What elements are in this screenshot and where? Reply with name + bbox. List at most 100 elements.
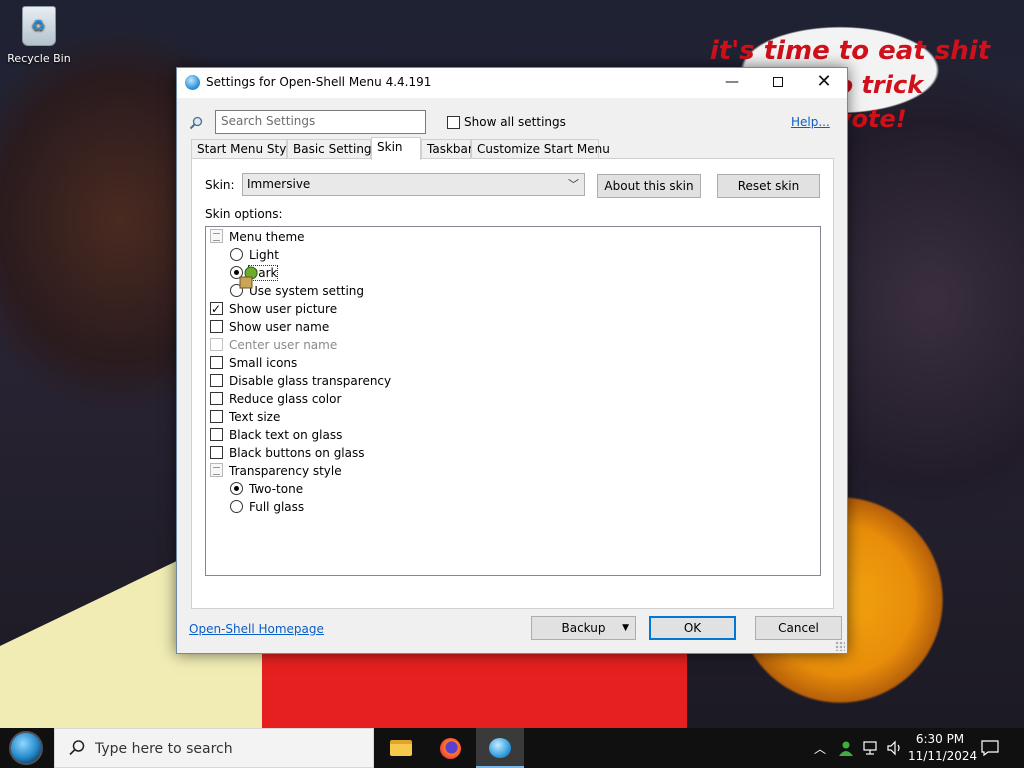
group-icon: [210, 463, 223, 477]
option-text-size[interactable]: Text size: [210, 408, 280, 426]
reset-skin-button[interactable]: Reset skin: [717, 174, 820, 198]
clock[interactable]: 6:30 PM 11/11/2024: [908, 731, 978, 765]
dropdown-arrow-icon: ▼: [622, 623, 629, 633]
tab-start-menu-style[interactable]: Start Menu Style: [191, 139, 297, 159]
radio-button[interactable]: [230, 482, 243, 495]
tab-skin[interactable]: Skin: [371, 137, 421, 160]
option-disable-glass-transparency[interactable]: Disable glass transparency: [210, 372, 391, 390]
taskbar: Type here to search ︿ 6:30 PM 11/11/2024: [0, 728, 1024, 768]
option-radio-full-glass[interactable]: Full glass: [230, 498, 304, 516]
option-radio-light[interactable]: Light: [230, 246, 279, 264]
option-black-text-on-glass[interactable]: Black text on glass: [210, 426, 342, 444]
option-label: Black text on glass: [229, 428, 343, 442]
option-label: Menu theme: [229, 230, 305, 244]
start-button[interactable]: [0, 728, 54, 768]
volume-icon[interactable]: [886, 740, 904, 756]
option-black-buttons-on-glass[interactable]: Black buttons on glass: [210, 444, 365, 462]
minimize-icon: —: [725, 74, 739, 90]
checkbox[interactable]: [210, 300, 223, 318]
close-button[interactable]: ✕: [801, 68, 847, 98]
skin-options-tree: Menu theme Light Dark Use system setting…: [205, 226, 821, 576]
desktop-icon-recycle-bin[interactable]: Recycle Bin: [6, 6, 72, 65]
minimize-button[interactable]: —: [709, 68, 755, 98]
recycle-bin-icon: [22, 6, 56, 46]
option-label: Black buttons on glass: [229, 446, 365, 460]
network-icon[interactable]: [862, 740, 880, 756]
ok-button[interactable]: OK: [649, 616, 736, 640]
skin-dropdown[interactable]: Immersive ﹀: [242, 173, 585, 196]
checkbox[interactable]: [210, 392, 223, 405]
people-icon[interactable]: [838, 740, 854, 756]
checkbox[interactable]: [210, 374, 223, 387]
caption-line: it's time to eat shit: [709, 36, 991, 66]
firefox-icon: [440, 738, 461, 759]
option-label: Two-tone: [249, 482, 304, 496]
checkbox[interactable]: [210, 320, 223, 333]
tab-basic-settings[interactable]: Basic Settings: [287, 139, 378, 159]
resize-grip-icon[interactable]: [835, 641, 845, 651]
search-icon: [189, 116, 203, 130]
checkbox[interactable]: [210, 356, 223, 369]
show-all-label: Show all settings: [464, 115, 566, 129]
backup-button[interactable]: Backup ▼: [531, 616, 636, 640]
tab-taskbar[interactable]: Taskbar: [421, 139, 473, 159]
show-all-settings-checkbox[interactable]: Show all settings: [447, 115, 566, 129]
option-label: Full glass: [249, 500, 305, 514]
checkbox[interactable]: [210, 428, 223, 441]
clock-time: 6:30 PM: [915, 732, 965, 746]
title-bar[interactable]: Settings for Open-Shell Menu 4.4.191 — ✕: [177, 68, 847, 98]
taskbar-app-firefox[interactable]: [426, 728, 474, 768]
tab-customize-start-menu[interactable]: Customize Start Menu: [471, 139, 610, 159]
taskbar-app-file-explorer[interactable]: [376, 728, 424, 768]
open-shell-homepage-link[interactable]: Open-Shell Homepage: [189, 622, 324, 636]
option-small-icons[interactable]: Small icons: [210, 354, 297, 372]
about-skin-button[interactable]: About this skin: [597, 174, 701, 198]
group-icon: [210, 229, 223, 243]
notification-center-icon[interactable]: [980, 739, 1000, 757]
option-group-transparency-style: Transparency style: [210, 462, 342, 480]
file-explorer-icon: [390, 740, 412, 756]
search-icon: [69, 740, 85, 756]
close-icon: ✕: [816, 71, 832, 92]
recycle-bin-label: Recycle Bin: [7, 52, 71, 65]
option-radio-two-tone[interactable]: Two-tone: [230, 480, 303, 498]
option-label: Transparency style: [229, 464, 342, 478]
clock-date: 11/11/2024: [908, 749, 978, 763]
skin-selected-value: Immersive: [247, 177, 311, 191]
option-label: Use system setting: [249, 284, 365, 298]
window-title: Settings for Open-Shell Menu 4.4.191: [206, 75, 432, 89]
option-label: Center user name: [229, 338, 338, 352]
checkbox[interactable]: [447, 116, 460, 129]
radio-button[interactable]: [230, 500, 243, 513]
skin-tab-panel: Skin: Immersive ﹀ About this skin Reset …: [191, 158, 834, 609]
open-shell-icon: [185, 75, 200, 90]
taskbar-search-placeholder: Type here to search: [95, 741, 233, 757]
taskbar-app-open-shell[interactable]: [476, 728, 524, 768]
chevron-down-icon: ﹀: [568, 178, 579, 191]
option-show-user-name[interactable]: Show user name: [210, 318, 329, 336]
option-center-user-name: Center user name: [210, 336, 337, 354]
option-reduce-glass-color[interactable]: Reduce glass color: [210, 390, 341, 408]
option-show-user-picture[interactable]: Show user picture: [210, 300, 337, 318]
settings-window: Settings for Open-Shell Menu 4.4.191 — ✕…: [176, 67, 848, 654]
option-label: Disable glass transparency: [229, 374, 392, 388]
checkbox[interactable]: [210, 446, 223, 459]
option-label: Light: [249, 248, 279, 262]
skin-options-label: Skin options:: [205, 207, 283, 221]
option-label: Small icons: [229, 356, 298, 370]
radio-button[interactable]: [230, 248, 243, 261]
taskbar-search-box[interactable]: Type here to search: [54, 728, 374, 768]
checkbox: [210, 338, 223, 351]
maximize-button[interactable]: [755, 68, 801, 98]
maximize-icon: [773, 77, 783, 87]
skin-label: Skin:: [205, 178, 235, 192]
option-label: Show user picture: [229, 302, 338, 316]
search-input[interactable]: Search Settings: [215, 110, 426, 134]
open-shell-icon: [489, 738, 511, 758]
option-label: Text size: [229, 410, 281, 424]
cancel-button[interactable]: Cancel: [755, 616, 842, 640]
option-label: Show user name: [229, 320, 330, 334]
show-hidden-icons-chevron-icon[interactable]: ︿: [814, 740, 826, 768]
checkbox[interactable]: [210, 410, 223, 423]
help-link[interactable]: Help...: [791, 115, 830, 129]
